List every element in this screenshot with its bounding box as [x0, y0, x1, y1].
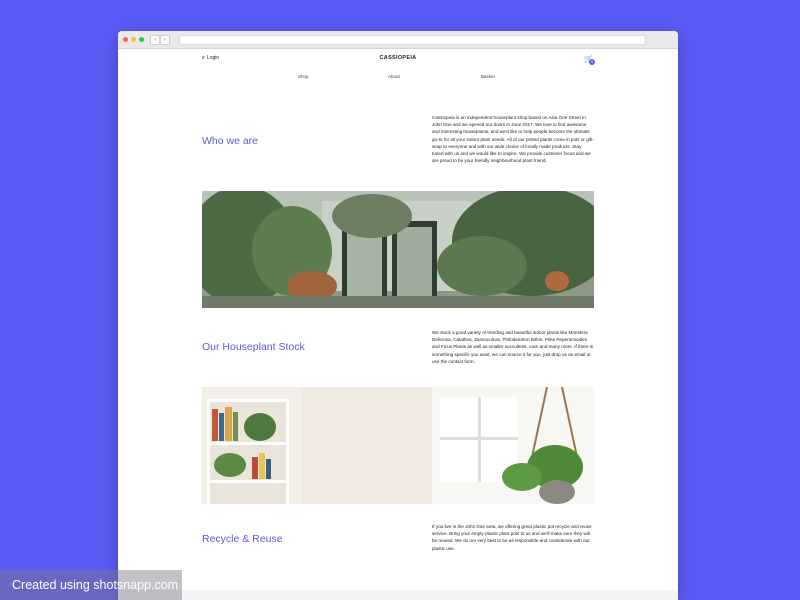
address-bar[interactable]	[179, 35, 646, 45]
section-heading-houseplant-stock: Our Houseplant Stock	[202, 341, 305, 353]
nav-item-basket[interactable]: Basket	[481, 74, 495, 79]
back-button[interactable]: ‹	[150, 35, 160, 45]
footer-strip	[118, 590, 678, 600]
section-heading-who-we-are: Who we are	[202, 135, 259, 147]
close-window-button[interactable]	[123, 37, 128, 42]
watermark-label: Created using shotsnapp.com	[0, 570, 182, 600]
section-text-houseplant-stock: We stock a good variety of trending and …	[432, 330, 594, 364]
minimize-window-button[interactable]	[131, 37, 136, 42]
section-text-who-we-are: Cassiopeia is an independent houseplant …	[432, 115, 594, 164]
website: ≡ Login CASSIOPEIA 🛒 0 Shop About Basket …	[118, 49, 678, 600]
section-heading-recycle-reuse: Recycle & Reuse	[202, 533, 283, 545]
greenhouse-photo	[202, 191, 594, 308]
section-text-recycle-reuse: If you live in the John Doe area, we off…	[432, 524, 592, 551]
cart-count-badge: 0	[589, 59, 595, 65]
forward-button[interactable]: ›	[160, 35, 170, 45]
nav-item-shop[interactable]: Shop	[298, 74, 309, 79]
maximize-window-button[interactable]	[139, 37, 144, 42]
nav-item-about[interactable]: About	[388, 74, 400, 79]
cart-button[interactable]: 🛒 0	[584, 55, 596, 65]
living-room-photo	[202, 387, 594, 504]
browser-window: ‹ › ≡ Login CASSIOPEIA 🛒 0 Shop About Bas…	[118, 31, 678, 600]
browser-toolbar: ‹ ›	[118, 31, 678, 49]
